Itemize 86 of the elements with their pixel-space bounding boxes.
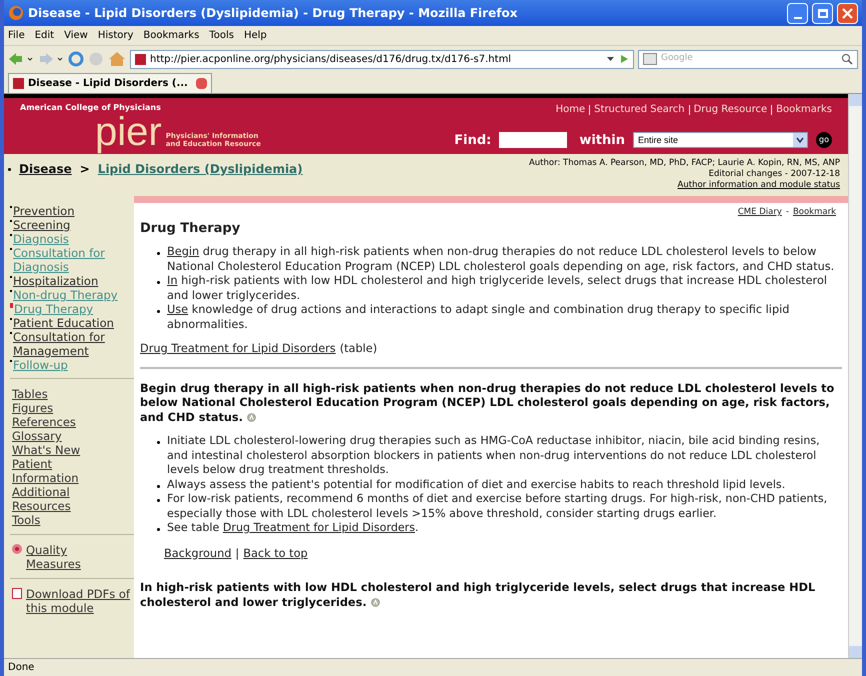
breadcrumb-separator: > (80, 161, 90, 178)
find-field[interactable] (499, 132, 568, 148)
section-link[interactable]: Screening (13, 218, 70, 232)
close-icon (842, 8, 853, 18)
within-label: within (579, 132, 625, 150)
pdf-icon (12, 588, 22, 599)
module-status-link[interactable]: Author information and module status (678, 180, 840, 191)
breadcrumb-link[interactable]: Disease (19, 160, 72, 178)
go-arrow-icon[interactable] (619, 54, 629, 64)
resource-link[interactable]: What's New (12, 443, 112, 457)
recommendation-point: For low-risk patients, recommend 6 months of diet and exercise before starting drugs. For high-risk, non-CHD patients, especially those with LDL cholesterol levels >15% above threshold, consider starting drugs earlier. (167, 492, 828, 521)
link-separator: - (786, 206, 789, 219)
header-link[interactable]: Drug Resource (694, 102, 768, 117)
address-field[interactable]: http://pier.acponline.org/physicians/diseases/d176/drug.tx/d176-s7.html (130, 50, 634, 68)
find-label: Find: (454, 132, 492, 150)
menu-item[interactable]: Edit (34, 28, 54, 43)
scrollbar[interactable] (848, 94, 862, 658)
recommendation-point: Always assess the patient's potential for modification of diet and exercise habits to reach threshold lipid levels. (167, 478, 786, 492)
scope-select[interactable]: Entire site (633, 132, 808, 148)
menu-item[interactable]: File (8, 28, 25, 43)
resource-link[interactable]: Glossary (12, 429, 112, 443)
tab-close-icon[interactable] (196, 78, 207, 89)
evidence-grade-icon (246, 412, 256, 422)
minimize-button[interactable] (787, 2, 808, 24)
recommendation-point: Initiate LDL cholesterol-lowering drug therapies such as HMG-CoA reductase inhibitor, niacin, bile acid binding resins, and intestinal cholesterol absorption blockers in patients when non-drug interventions do not reduce LDL cholesterol levels below drug treatment thresholds. (167, 434, 821, 478)
summary-point: Use knowledge of drug actions and interactions to adapt single and combination drug therapy to specific lipid abnormalities. (167, 303, 790, 332)
search-placeholder: Google (661, 52, 694, 66)
summary-link[interactable]: In (167, 274, 178, 287)
recommendation-point: See table Drug Treatment for Lipid Disorders. (167, 521, 419, 536)
author-text: Author: Thomas A. Pearson, MD, PhD, FACP; Laurie A. Kopin, RN, MS, ANP (528, 158, 840, 169)
header-link[interactable]: Bookmarks (776, 102, 832, 117)
summary-point: In high-risk patients with low HDL cholesterol and high triglyceride levels, select drugs that increase HDL cholesterol and lower triglycerides. (167, 274, 828, 303)
resource-link[interactable]: Tables (12, 387, 112, 401)
download-link[interactable]: Download PDFs of this module (26, 587, 134, 615)
maximize-button[interactable] (812, 2, 833, 24)
resource-link[interactable]: Patient Information (12, 457, 112, 485)
search-icon[interactable] (841, 53, 853, 65)
quality-icon (12, 544, 22, 554)
resource-link[interactable]: References (12, 415, 112, 429)
editorial-changes: Editorial changes - 2007-12-18 (708, 169, 840, 180)
dropdown-arrow-icon[interactable] (606, 56, 615, 62)
breadcrumb-current[interactable]: Lipid Disorders (Dyslipidemia) (98, 160, 303, 178)
recommendation-heading: Begin drug therapy in all high-risk patients when non-drug therapies do not reduce LDL cholesterol levels to below National Cholesterol Education Program (NCEP) LDL cholesterol goals depending on age, risk factors, and CHD status. (140, 382, 836, 425)
link-separator: | (235, 546, 240, 561)
go-button[interactable]: go (816, 132, 832, 148)
org-name: American College of Physicians (20, 102, 162, 114)
menu-item[interactable]: History (98, 28, 134, 43)
window-title: Disease - Lipid Disorders (Dyslipidemia) - Drug Therapy - Mozilla Firefox (28, 5, 518, 22)
table-link[interactable]: Drug Treatment for Lipid Disorders (222, 521, 416, 534)
site-icon (13, 78, 24, 89)
resource-link[interactable]: Additional Resources (12, 485, 112, 513)
status-text: Done (8, 661, 34, 675)
section-link[interactable]: Patient Education (13, 316, 114, 330)
search-engine-icon (643, 53, 657, 65)
back-to-top-link[interactable]: Back to top (243, 546, 308, 561)
summary-point: Begin drug therapy in all high-risk patients when non-drug therapies do not reduce LDL cholesterol levels to below National Cholesterol Education Program (NCEP) LDL cholesterol goals depending on age, risk factors, and CHD status. (167, 245, 836, 274)
back-icon[interactable] (8, 52, 34, 66)
site-icon (135, 54, 146, 64)
evidence-grade-icon (370, 598, 380, 607)
menu-item[interactable]: Help (244, 28, 267, 43)
table-link[interactable]: Drug Treatment for Lipid Disorders (140, 342, 336, 356)
bookmark-link[interactable]: Bookmark (792, 205, 836, 220)
cme-diary-link[interactable]: CME Diary (738, 205, 782, 220)
menu-item[interactable]: Bookmarks (143, 28, 200, 43)
reload-icon[interactable] (68, 51, 84, 67)
close-button[interactable] (837, 2, 858, 24)
home-icon[interactable] (108, 51, 126, 67)
menu-item[interactable]: View (64, 28, 88, 43)
recommendation-heading: In high-risk patients with low HDL cholesterol and high triglyceride levels, select drugs that increase HDL cholesterol and lower triglycerides. (140, 581, 816, 610)
section-link[interactable]: Consultation for Management (13, 330, 122, 358)
header-link[interactable]: Home (556, 102, 586, 117)
url-text: http://pier.acponline.org/physicians/diseases/d176/drug.tx/d176-s7.html (150, 52, 512, 66)
background-link[interactable]: Background (164, 546, 232, 561)
resource-link[interactable]: Figures (12, 401, 112, 415)
header-link[interactable]: Structured Search (594, 102, 685, 117)
quality-link[interactable]: Quality Measures (26, 543, 106, 571)
resource-link[interactable]: Tools (12, 513, 112, 527)
page-heading: Drug Therapy (140, 222, 242, 236)
summary-link[interactable]: Begin (167, 245, 200, 258)
table-note: (table) (340, 342, 378, 356)
summary-link[interactable]: Use (167, 303, 188, 316)
menu-item[interactable]: Tools (209, 28, 234, 43)
logo: pier (95, 112, 162, 152)
section-link[interactable]: Hospitalization (13, 274, 98, 288)
browser-tab[interactable]: Disease - Lipid Disorders (... (8, 73, 212, 93)
section-link[interactable]: Prevention (13, 204, 74, 218)
